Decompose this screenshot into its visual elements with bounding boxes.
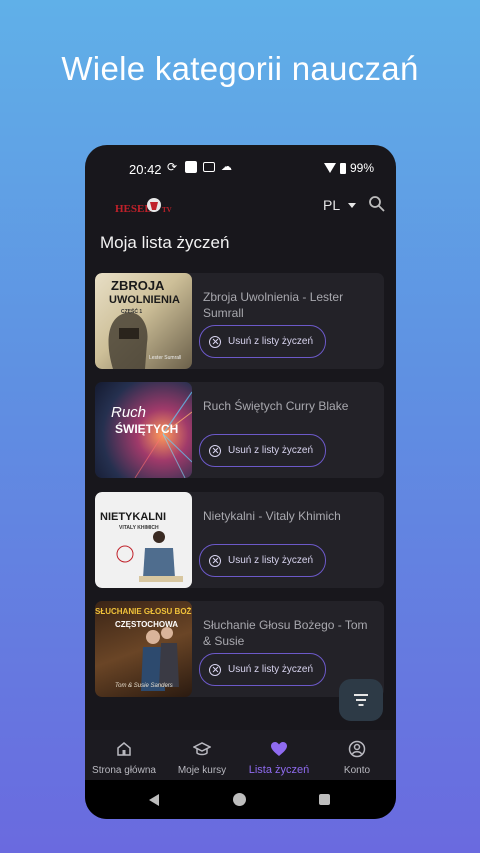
language-label: PL [323,197,341,213]
system-navigation-bar [85,780,396,819]
home-icon [117,742,131,756]
course-title[interactable]: Nietykalni - Vitaly Khimich [203,508,372,524]
status-bar: 20:42 ⟳ ☁ 99% [85,145,396,190]
remove-label: Usuń z listy życzeń [228,336,314,347]
account-icon [348,740,366,758]
thumb-line: UWOLNIENIA [109,294,180,306]
remove-circle-icon [209,335,221,348]
thumb-line: CZĘŚĆ 1 [121,309,143,315]
card-icon [203,162,215,172]
chevron-down-icon [348,202,357,208]
back-icon[interactable] [149,794,159,806]
language-selector[interactable]: PL [323,197,357,213]
bottom-navigation: Strona główna Moje kursy Lista życzeń Ko… [85,730,396,780]
heart-icon [271,742,287,756]
battery-icon [339,162,346,174]
recent-apps-icon[interactable] [319,794,330,805]
remove-label: Usuń z listy życzeń [228,445,314,456]
nav-label: Lista życzeń [248,764,310,776]
course-thumbnail[interactable]: Ruch ŚWIĘTYCH [95,382,192,478]
course-thumbnail[interactable]: NIETYKALNI VITALY KHIMICH [95,492,192,588]
nav-label: Strona główna [92,765,156,776]
remove-circle-icon [209,444,221,457]
promo-headline: Wiele kategorii nauczań [61,50,419,87]
phone-frame: 20:42 ⟳ ☁ 99% HESED TV PL Moja lista życ… [85,145,396,819]
nav-label: Konto [343,765,371,776]
filter-button[interactable] [339,679,383,721]
app-bar: HESED TV PL [85,190,396,235]
nav-home[interactable]: Strona główna [85,730,163,778]
thumb-line: Lester Sumrall [149,355,182,361]
wishlist-item[interactable]: Ruch ŚWIĘTYCH Ruch Świętych Curry Blake … [95,382,384,478]
remove-label: Usuń z listy życzeń [228,664,314,675]
app-notification-icon [185,161,197,173]
remove-from-wishlist-button[interactable]: Usuń z listy życzeń [199,544,327,577]
thumb-line: Tom & Susie Sanders [115,683,173,689]
graduation-cap-icon [193,742,211,756]
sync-icon: ⟳ [167,160,178,174]
thumb-line: ZBROJA [111,278,165,293]
remove-circle-icon [209,554,221,567]
thumb-line: ŚWIĘTYCH [115,422,179,436]
remove-from-wishlist-button[interactable]: Usuń z listy życzeń [199,653,327,686]
hesed-tv-logo[interactable]: HESED TV [115,194,175,220]
status-right: 99% [323,161,374,175]
wishlist-item[interactable]: NIETYKALNI VITALY KHIMICH Nietykalni - V… [95,492,384,588]
remove-from-wishlist-button[interactable]: Usuń z listy życzeń [199,325,327,358]
thumb-line: NIETYKALNI [100,511,166,523]
wifi-icon [323,163,336,173]
notification-icons: ⟳ ☁ [167,161,233,173]
thumb-line: Ruch [111,404,147,421]
wishlist-item[interactable]: ZBROJA UWOLNIENIA CZĘŚĆ 1 Lester Sumrall… [95,273,384,369]
remove-label: Usuń z listy życzeń [228,555,314,566]
search-icon[interactable] [368,195,386,213]
course-title[interactable]: Słuchanie Głosu Bożego - Tom & Susie [203,617,372,649]
speaker-illustration [116,531,183,582]
thumb-line: CZĘSTOCHOWA [115,620,178,629]
nav-my-courses[interactable]: Moje kursy [163,730,241,778]
nav-wishlist[interactable]: Lista życzeń [240,730,318,778]
home-circle-icon[interactable] [233,793,246,806]
remove-circle-icon [209,663,221,676]
course-thumbnail[interactable]: SŁUCHANIE GŁOSU BOŻEGO CZĘSTOCHOWA Tom &… [95,601,192,697]
svg-text:HESED: HESED [115,203,152,215]
cloud-icon: ☁ [221,161,232,173]
battery-level: 99% [349,161,374,175]
course-title[interactable]: Ruch Świętych Curry Blake [203,398,372,414]
status-time: 20:42 [129,162,162,177]
nav-account[interactable]: Konto [318,730,396,778]
thumb-line: SŁUCHANIE GŁOSU BOŻEGO [95,607,192,616]
page-title: Moja lista życzeń [100,233,230,252]
course-title[interactable]: Zbroja Uwolnienia - Lester Sumrall [203,289,372,321]
thumb-line: VITALY KHIMICH [119,525,159,531]
nav-label: Moje kursy [177,765,227,776]
svg-text:TV: TV [162,206,172,214]
remove-from-wishlist-button[interactable]: Usuń z listy życzeń [199,434,327,467]
course-thumbnail[interactable]: ZBROJA UWOLNIENIA CZĘŚĆ 1 Lester Sumrall [95,273,192,369]
